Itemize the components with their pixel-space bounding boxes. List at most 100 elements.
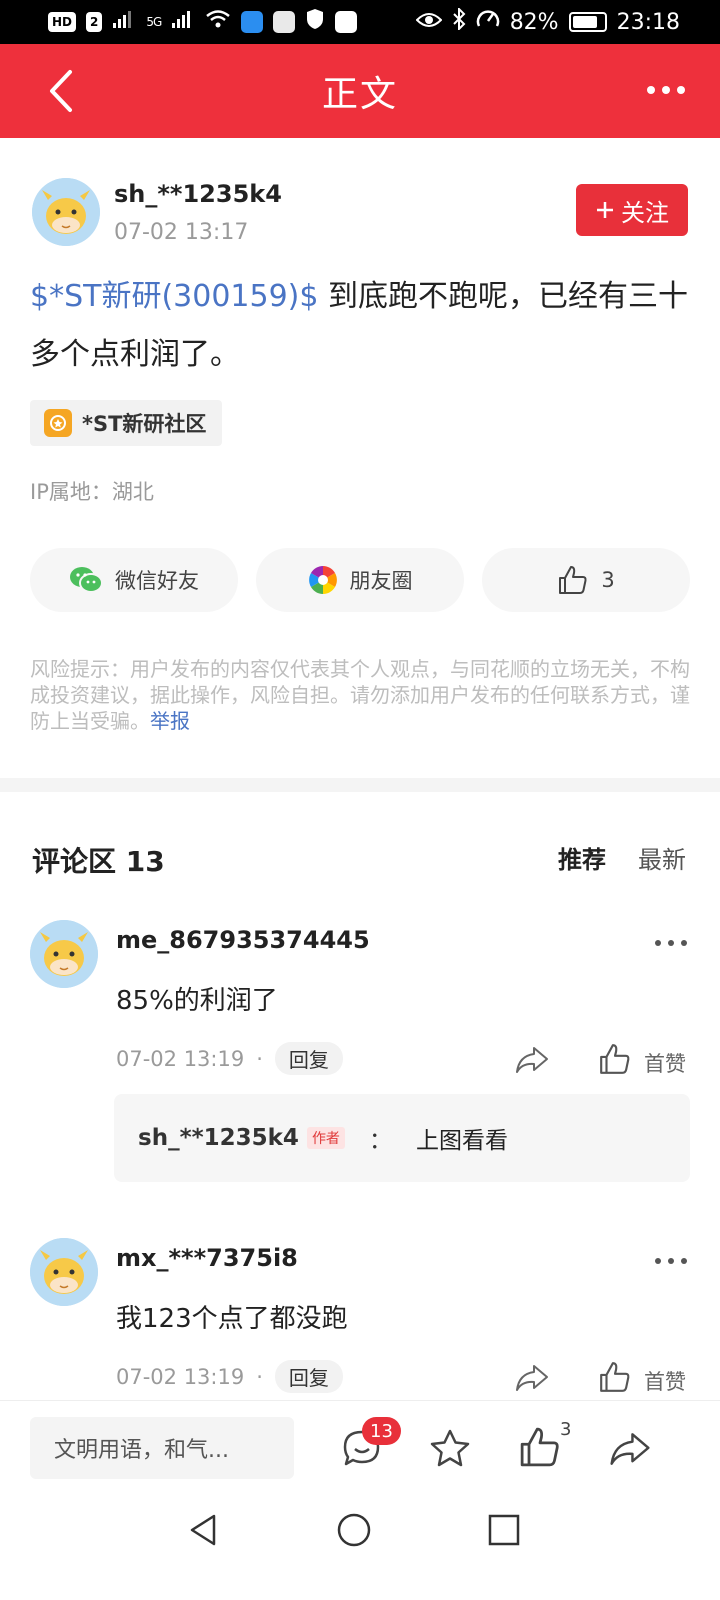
calendar-app-icon — [273, 11, 296, 33]
reply-text: 上图看看 — [415, 1128, 508, 1154]
reply-author-name[interactable]: sh_**1235k4 — [138, 1125, 299, 1151]
report-link[interactable]: 举报 — [150, 709, 190, 733]
community-tag[interactable]: *ST新研社区 — [30, 400, 223, 446]
comment-meta: 07-02 13:19 · 回复 — [116, 1360, 343, 1393]
community-icon — [44, 409, 72, 437]
comment-time: 07-02 13:19 — [116, 1364, 245, 1389]
separator-dot: · — [256, 1364, 263, 1389]
comment-share-button[interactable] — [514, 1362, 550, 1394]
battery-level — [572, 16, 598, 28]
comment-like-button[interactable] — [598, 1360, 632, 1394]
comment-more-button[interactable] — [654, 934, 688, 946]
comment-more-button[interactable] — [654, 1252, 688, 1264]
comment-text: 85%的利润了 — [116, 986, 278, 1016]
status-bar: HD 2 5G 82% 23:18 — [0, 0, 720, 44]
share-wechat-label: 微信好友 — [115, 569, 199, 593]
speed-icon — [476, 8, 500, 36]
battery-icon — [568, 12, 607, 32]
baidu-app-icon — [335, 11, 358, 33]
favorite-button[interactable] — [428, 1427, 472, 1471]
avatar[interactable] — [30, 1238, 98, 1306]
hd-badge: HD — [48, 12, 77, 32]
comments-title: 评论区 13 — [32, 845, 165, 878]
page-title: 正文 — [321, 74, 398, 115]
reply-button[interactable]: 回复 — [274, 1360, 343, 1393]
star-icon — [430, 1429, 470, 1467]
more-button[interactable] — [646, 82, 686, 96]
signal-icon — [112, 9, 136, 35]
more-icon — [655, 1258, 687, 1264]
comment-item: me_867935374445 85%的利润了 07-02 13:19 · 回复… — [0, 912, 720, 1212]
reply-button[interactable]: 回复 — [274, 1042, 343, 1075]
like-button[interactable] — [518, 1425, 562, 1469]
share-wechat-button[interactable]: 微信好友 — [30, 548, 238, 612]
follow-button[interactable]: 关注 — [576, 184, 688, 236]
cow-avatar-icon — [30, 920, 98, 988]
thumbs-up-icon — [559, 566, 587, 594]
share-button[interactable] — [608, 1427, 652, 1471]
plus-icon — [597, 202, 613, 218]
comment-author-name[interactable]: mx_***7375i8 — [116, 1244, 298, 1272]
nav-recents-icon — [488, 1514, 520, 1546]
bluetooth-icon — [452, 6, 466, 36]
clock: 23:18 — [616, 9, 680, 35]
share-icon — [516, 1365, 548, 1391]
ip-location: IP属地：湖北 — [30, 480, 154, 504]
wifi-icon — [205, 9, 231, 35]
comment-like-button[interactable] — [598, 1042, 632, 1076]
follow-label: 关注 — [621, 198, 669, 227]
sort-latest-tab[interactable]: 最新 — [638, 840, 686, 875]
section-divider — [0, 778, 720, 792]
reply-preview[interactable]: sh_**1235k4 作者 ： 上图看看 — [114, 1094, 690, 1182]
comment-item: mx_***7375i8 我123个点了都没跑 07-02 13:19 · 回复… — [0, 1230, 720, 1400]
post: sh_**1235k4 07-02 13:17 关注 $*ST新研(300159… — [0, 138, 720, 778]
back-arrow-icon — [50, 70, 72, 112]
status-left: HD 2 5G — [48, 8, 358, 36]
bottom-action-bar: 文明用语，和气... 13 3 — [0, 1400, 720, 1496]
like-count: 3 — [560, 1419, 572, 1440]
nav-home-button[interactable] — [334, 1510, 374, 1550]
signal-icon-2 — [171, 9, 195, 35]
comment-time: 07-02 13:19 — [116, 1046, 245, 1071]
risk-notice-text: 风险提示：用户发布的内容仅代表其个人观点，与同花顺的立场无关，不构成投资建议，据… — [30, 657, 690, 733]
share-icon — [610, 1433, 650, 1465]
post-like-button[interactable]: 3 — [482, 548, 690, 612]
more-icon — [647, 86, 685, 94]
top-header: 正文 — [0, 44, 720, 138]
back-button[interactable] — [44, 68, 84, 114]
comment-input[interactable]: 文明用语，和气... — [30, 1417, 294, 1479]
stock-link[interactable]: $*ST新研(300159)$ — [30, 279, 318, 314]
comment-like-label[interactable]: 首赞 — [644, 1048, 686, 1078]
thumbs-up-icon — [600, 1044, 630, 1074]
community-tag-label: *ST新研社区 — [82, 412, 207, 436]
wechat-icon — [70, 567, 103, 593]
nav-home-icon — [337, 1513, 371, 1547]
more-icon — [655, 940, 687, 946]
post-like-count: 3 — [601, 568, 615, 592]
sim-badge: 2 — [86, 12, 103, 32]
avatar[interactable] — [30, 920, 98, 988]
risk-notice: 风险提示：用户发布的内容仅代表其个人观点，与同花顺的立场无关，不构成投资建议，据… — [30, 656, 690, 734]
comment-count-badge: 13 — [362, 1417, 401, 1445]
comment-like-label[interactable]: 首赞 — [644, 1366, 686, 1396]
share-moments-label: 朋友圈 — [349, 569, 413, 593]
comment-share-button[interactable] — [514, 1044, 550, 1076]
thumbs-up-icon — [520, 1427, 559, 1467]
nav-back-button[interactable] — [184, 1510, 224, 1550]
shield-icon — [305, 8, 325, 36]
avatar[interactable] — [32, 178, 100, 246]
post-content: $*ST新研(300159)$ 到底跑不跑呢，已经有三十多个点利润了。 — [30, 268, 690, 384]
comment-meta: 07-02 13:19 · 回复 — [116, 1042, 343, 1075]
moments-icon — [308, 566, 337, 594]
reply-colon: ： — [368, 1128, 392, 1154]
comment-author-name[interactable]: me_867935374445 — [116, 926, 370, 954]
post-time: 07-02 13:17 — [114, 220, 249, 245]
post-author-name[interactable]: sh_**1235k4 — [114, 180, 282, 208]
system-nav-bar — [0, 1496, 720, 1600]
share-moments-button[interactable]: 朋友圈 — [256, 548, 464, 612]
status-right: 82% 23:18 — [415, 6, 680, 36]
share-icon — [516, 1047, 548, 1073]
sort-recommended-tab[interactable]: 推荐 — [558, 840, 606, 875]
nav-recents-button[interactable] — [484, 1510, 524, 1550]
thumbs-up-icon — [600, 1362, 630, 1392]
